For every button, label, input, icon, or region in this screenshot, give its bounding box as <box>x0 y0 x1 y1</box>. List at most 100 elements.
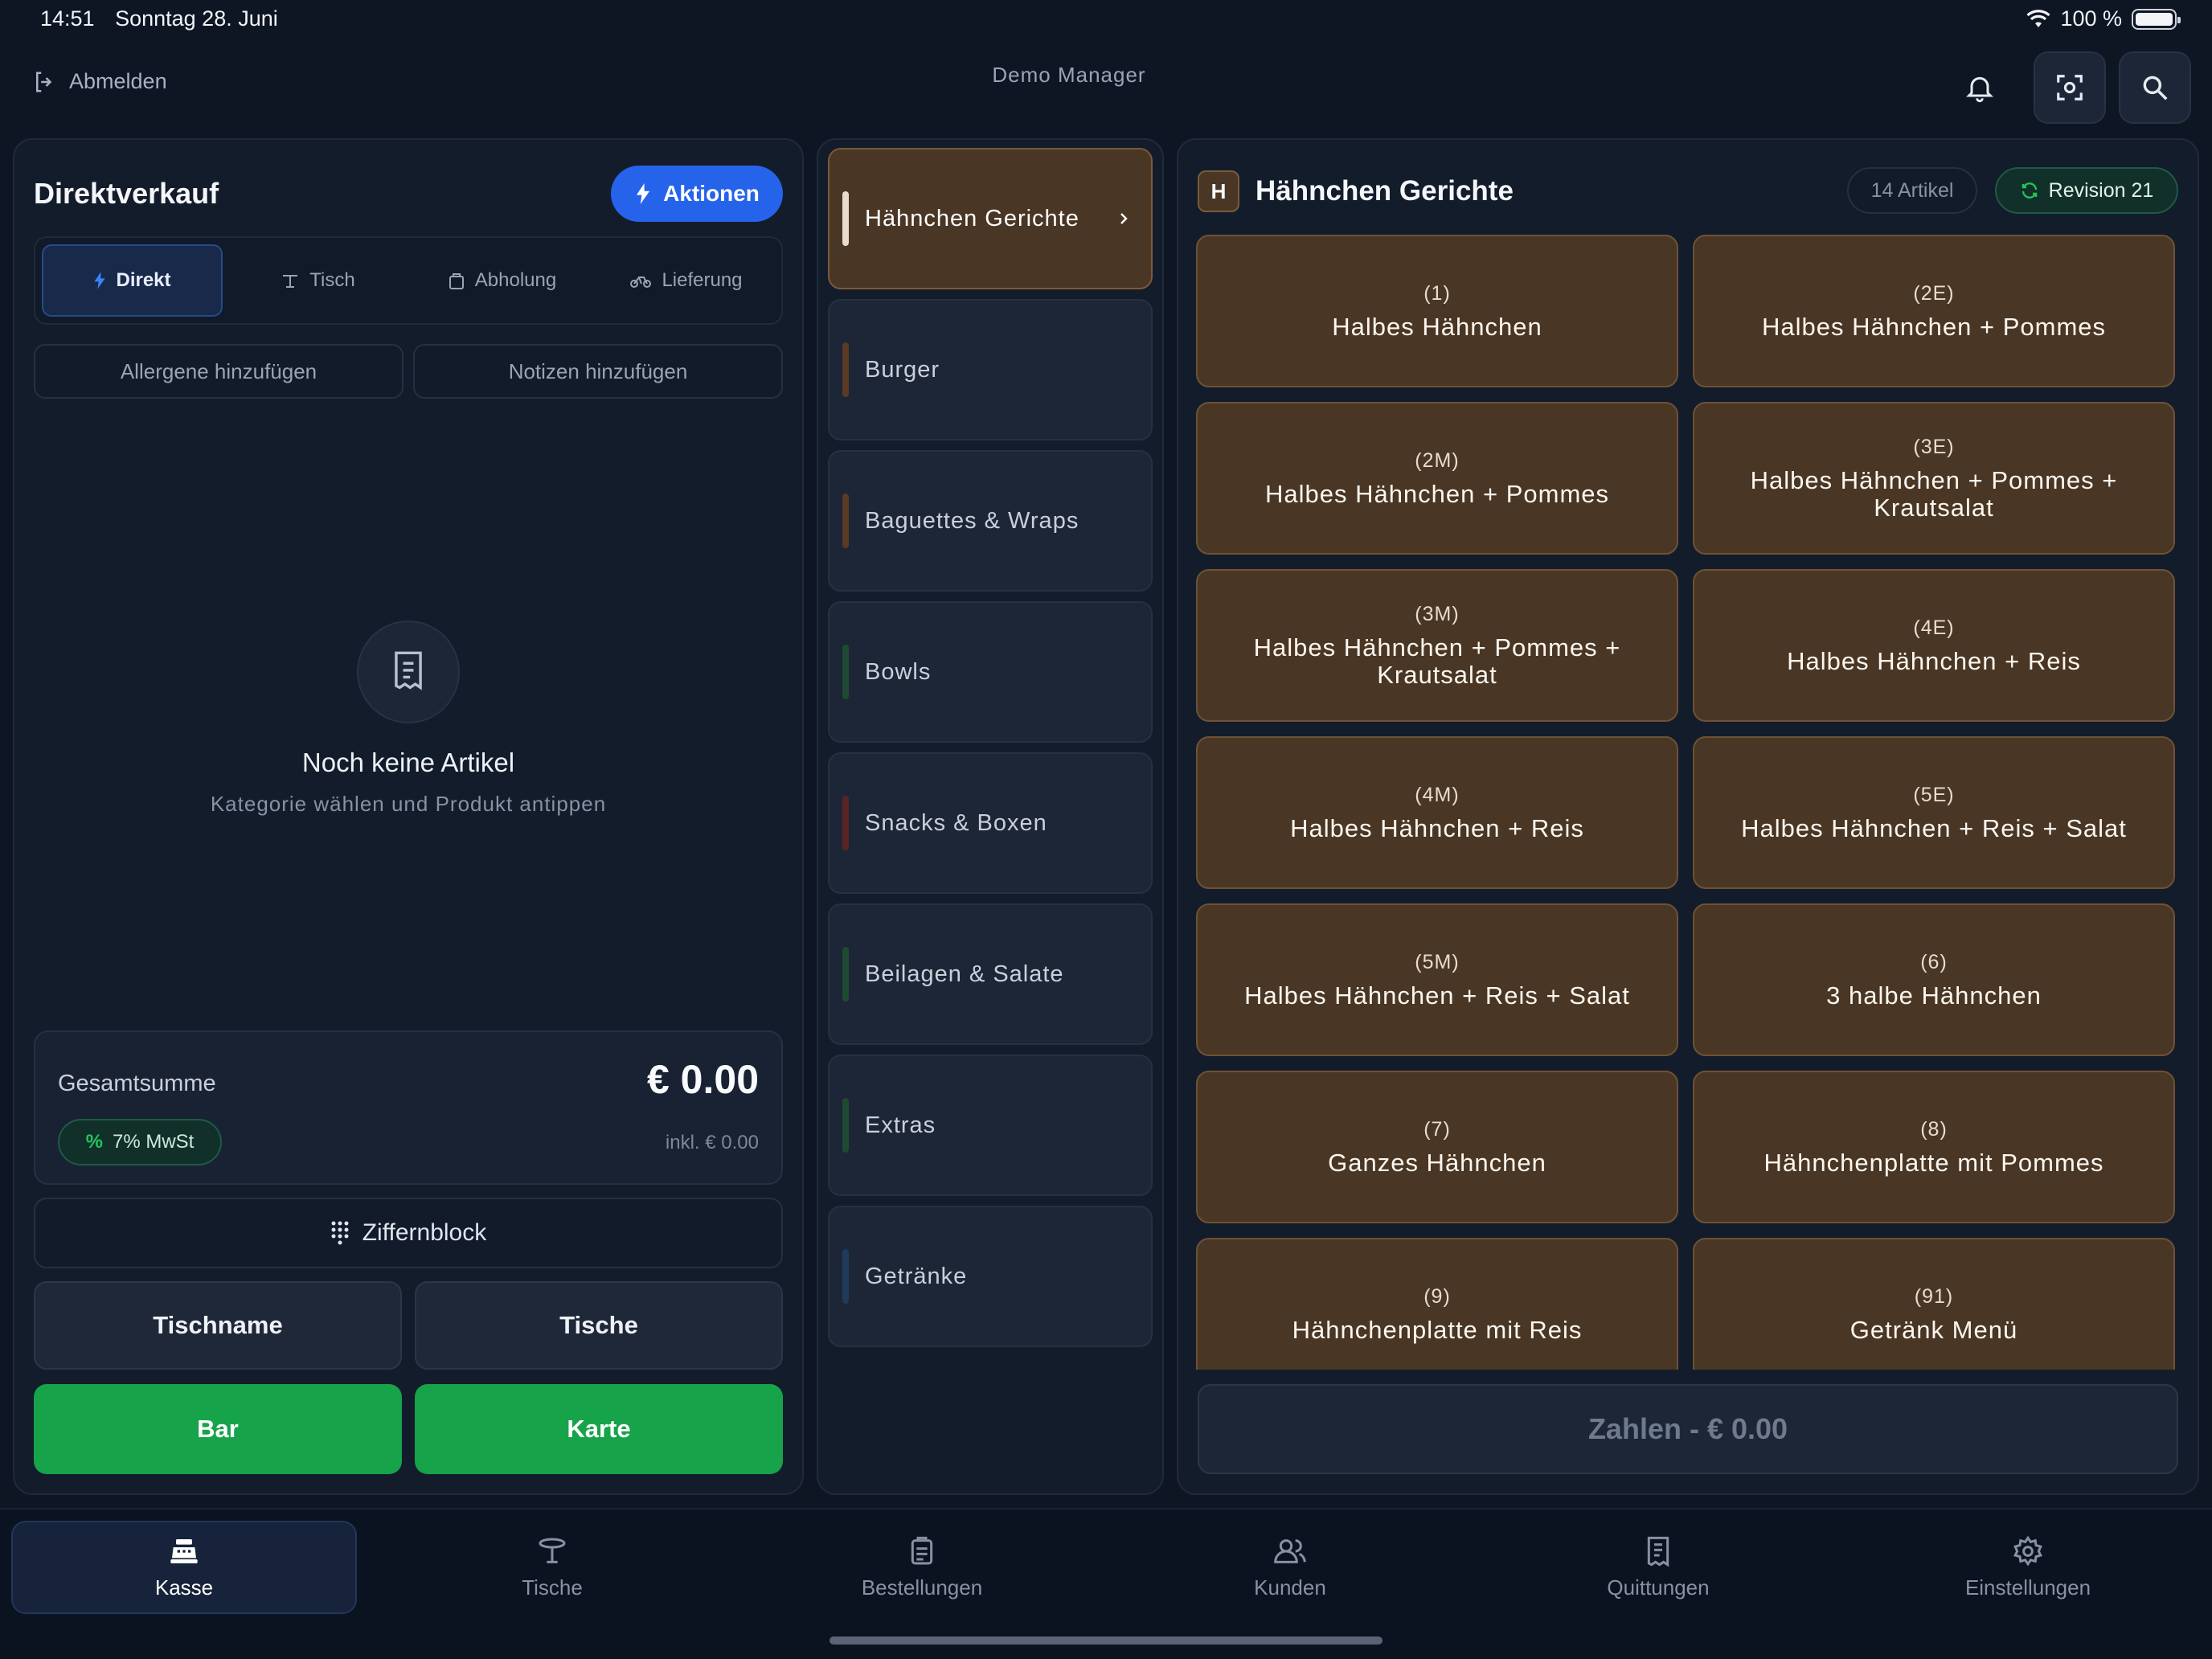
status-time: 14:51 <box>40 6 95 31</box>
bell-icon <box>1966 76 1993 103</box>
product-card[interactable]: (6) 3 halbe Hähnchen <box>1693 903 2175 1056</box>
product-card[interactable]: (91) Getränk Menü <box>1693 1238 2175 1370</box>
total-value: € 0.00 <box>646 1057 759 1102</box>
total-label: Gesamtsumme <box>58 1071 216 1096</box>
pay-button[interactable]: Zahlen - € 0.00 <box>1198 1384 2178 1474</box>
scan-button[interactable] <box>2034 51 2106 124</box>
nav-quittungen-label: Quittungen <box>1607 1575 1710 1600</box>
products-title: Hähnchen Gerichte <box>1256 175 1514 207</box>
product-code: (5M) <box>1415 950 1460 973</box>
bike-icon <box>630 276 652 288</box>
manager-name: Demo Manager <box>992 63 1146 87</box>
actions-button[interactable]: Aktionen <box>611 166 783 222</box>
notifications-button[interactable] <box>1944 51 2016 124</box>
empty-state-title: Noch keine Artikel <box>301 748 515 777</box>
table-name-button[interactable]: Tischname <box>34 1281 402 1370</box>
tab-lieferung-label: Lieferung <box>662 269 743 291</box>
nav-kunden-label: Kunden <box>1254 1575 1326 1600</box>
product-card[interactable]: (2M) Halbes Hähnchen + Pommes <box>1196 402 1678 555</box>
product-code: (91) <box>1914 1284 1954 1308</box>
nav-einstellungen-label: Einstellungen <box>1964 1575 2091 1600</box>
product-code: (5E) <box>1913 783 1955 806</box>
product-card[interactable]: (2E) Halbes Hähnchen + Pommes <box>1693 235 2175 387</box>
keypad-button[interactable]: Ziffernblock <box>34 1198 783 1268</box>
product-card[interactable]: (3E) Halbes Hähnchen + Pommes + Krautsala… <box>1693 402 2175 555</box>
nav-kasse-label: Kasse <box>154 1575 214 1600</box>
add-notes-button[interactable]: Notizen hinzufügen <box>413 344 783 399</box>
product-card[interactable]: (3M) Halbes Hähnchen + Pommes + Krautsala… <box>1196 569 1678 722</box>
category-baguettes-wraps[interactable]: Baguettes & Wraps <box>828 450 1153 592</box>
category-snacks-boxen[interactable]: Snacks & Boxen <box>828 752 1153 894</box>
bolt-icon <box>636 183 650 204</box>
product-name: Halbes Hähnchen + Reis <box>1787 646 2081 675</box>
battery-icon <box>2132 8 2181 30</box>
nav-bestellungen[interactable]: Bestellungen <box>749 1521 1095 1614</box>
order-mode-tabs: Direkt Tisch Abholung Lieferung <box>34 236 783 325</box>
nav-quittungen[interactable]: Quittungen <box>1485 1521 1831 1614</box>
category-label: Beilagen & Salate <box>865 961 1064 987</box>
product-code: (7) <box>1423 1117 1451 1141</box>
nav-tische[interactable]: Tische <box>379 1521 725 1614</box>
product-code: (4E) <box>1913 616 1955 639</box>
product-name: Ganzes Hähnchen <box>1328 1148 1546 1177</box>
category-label: Burger <box>865 356 940 383</box>
product-card[interactable]: (4E) Halbes Hähnchen + Reis <box>1693 569 2175 722</box>
tab-tisch[interactable]: Tisch <box>229 244 407 317</box>
page-title: Direktverkauf <box>34 177 219 210</box>
product-code: (2M) <box>1415 449 1460 472</box>
product-card[interactable]: (7) Ganzes Hähnchen <box>1196 1071 1678 1223</box>
register-icon <box>170 1538 198 1563</box>
product-name: Halbes Hähnchen + Pommes + Krautsalat <box>1253 633 1621 689</box>
product-name: Halbes Hähnchen + Reis + Salat <box>1741 813 2127 842</box>
nav-einstellungen[interactable]: Einstellungen <box>1855 1521 2201 1614</box>
search-button[interactable] <box>2119 51 2191 124</box>
tab-abholung[interactable]: Abholung <box>413 244 591 317</box>
category-label: Bowls <box>865 658 932 685</box>
receipt-icon <box>357 621 460 723</box>
users-icon <box>1274 1538 1306 1563</box>
nav-tische-label: Tische <box>522 1575 583 1600</box>
logout-icon <box>36 72 52 92</box>
bolt-icon <box>94 272 106 289</box>
pay-card-button[interactable]: Karte <box>415 1384 783 1474</box>
product-name: Halbes Hähnchen + Pommes + Krautsalat <box>1750 465 2118 522</box>
product-card[interactable]: (5M) Halbes Hähnchen + Reis + Salat <box>1196 903 1678 1056</box>
category-label: Extras <box>865 1112 936 1138</box>
category-label: Baguettes & Wraps <box>865 507 1079 534</box>
product-name: 3 halbe Hähnchen <box>1826 981 2042 1010</box>
vat-label: 7% MwSt <box>112 1131 195 1153</box>
category-getraenke[interactable]: Getränke <box>828 1206 1153 1347</box>
category-label: Snacks & Boxen <box>865 809 1047 836</box>
logout-button[interactable]: Abmelden <box>32 69 167 94</box>
search-icon <box>2143 76 2168 100</box>
product-name: Getränk Menü <box>1849 1315 2018 1344</box>
nav-bestellungen-label: Bestellungen <box>861 1575 983 1600</box>
nav-kunden[interactable]: Kunden <box>1117 1521 1463 1614</box>
tab-direkt[interactable]: Direkt <box>42 244 223 317</box>
tables-button[interactable]: Tische <box>415 1281 783 1370</box>
category-color-bar <box>842 1249 849 1304</box>
keypad-icon <box>331 1221 349 1245</box>
product-code: (9) <box>1423 1284 1451 1308</box>
tab-lieferung[interactable]: Lieferung <box>597 244 775 317</box>
tab-direkt-label: Direkt <box>116 269 171 291</box>
product-name: Halbes Hähnchen + Pommes <box>1264 479 1610 508</box>
category-badge: H <box>1198 170 1239 212</box>
category-burger[interactable]: Burger <box>828 299 1153 440</box>
category-beilagen-salate[interactable]: Beilagen & Salate <box>828 903 1153 1045</box>
product-card[interactable]: (4M) Halbes Hähnchen + Reis <box>1196 736 1678 889</box>
product-card[interactable]: (9) Hähnchenplatte mit Reis <box>1196 1238 1678 1370</box>
category-bowls[interactable]: Bowls <box>828 601 1153 743</box>
product-code: (4M) <box>1415 783 1460 806</box>
add-allergens-button[interactable]: Allergene hinzufügen <box>34 344 403 399</box>
product-card[interactable]: (1) Halbes Hähnchen <box>1196 235 1678 387</box>
product-code: (6) <box>1920 950 1948 973</box>
category-extras[interactable]: Extras <box>828 1055 1153 1196</box>
revision-badge: Revision 21 <box>1995 167 2178 214</box>
nav-kasse[interactable]: Kasse <box>11 1521 357 1614</box>
pay-cash-button[interactable]: Bar <box>34 1384 402 1474</box>
category-haehnchen-gerichte[interactable]: Hähnchen Gerichte <box>828 148 1153 289</box>
product-card[interactable]: (5E) Halbes Hähnchen + Reis + Salat <box>1693 736 2175 889</box>
product-card[interactable]: (8) Hähnchenplatte mit Pommes <box>1693 1071 2175 1223</box>
chevron-right-icon <box>1120 213 1128 224</box>
